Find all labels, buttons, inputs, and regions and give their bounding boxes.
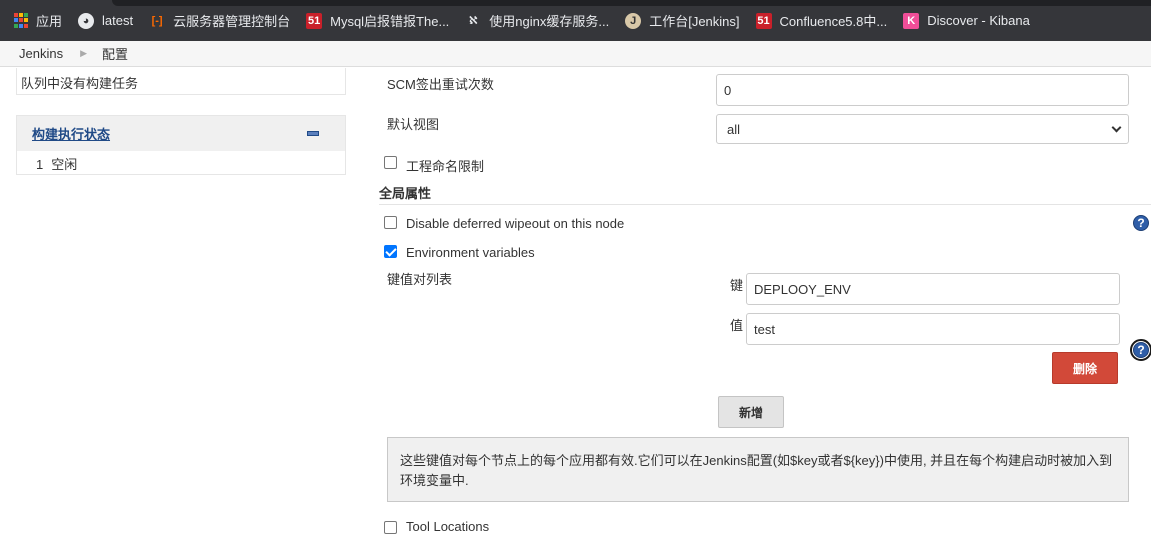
bookmark-latest[interactable]: ◕ latest — [78, 12, 134, 29]
bookmark-confluence[interactable]: 51 Confluence5.8中... — [755, 11, 888, 30]
51cto-icon: 51 — [755, 12, 772, 29]
scm-retry-input[interactable] — [716, 74, 1129, 106]
bookmark-label: 使用nginx缓存服务... — [489, 14, 610, 29]
github-icon: ◕ — [78, 12, 95, 29]
bookmark-aliyun[interactable]: [-] 云服务器管理控制台 — [149, 11, 291, 30]
jenkins-icon: J — [625, 12, 642, 29]
bookmark-label: latest — [102, 13, 134, 28]
key-label: 键 — [730, 278, 744, 293]
nginx-icon: ℵ — [468, 15, 478, 27]
add-button[interactable]: 新增 — [718, 396, 784, 428]
bookmark-label: 云服务器管理控制台 — [173, 14, 291, 29]
bookmark-label: Discover - Kibana — [927, 13, 1030, 28]
value-label: 值 — [730, 318, 744, 333]
default-view-select[interactable]: all — [716, 114, 1129, 144]
naming-restriction-label: 工程命名限制 — [406, 159, 485, 174]
env-vars-label: Environment variables — [406, 245, 535, 260]
env-value-input[interactable] — [746, 313, 1120, 345]
kv-list-label: 键值对列表 — [387, 272, 453, 287]
build-queue-empty-text: 队列中没有构建任务 — [21, 76, 139, 91]
build-queue-panel: 队列中没有构建任务 — [16, 68, 346, 95]
help-text: 这些键值对每个节点上的每个应用都有效.它们可以在Jenkins配置(如$key或… — [400, 453, 1113, 488]
env-vars-checkbox[interactable] — [384, 245, 397, 258]
breadcrumb-jenkins[interactable]: Jenkins — [19, 46, 63, 61]
executor-row: 1 空闲 — [17, 151, 345, 173]
help-icon[interactable]: ? — [1133, 215, 1149, 231]
scm-retry-label: SCM签出重试次数 — [387, 77, 494, 92]
executor-status-header: 构建执行状态 — [17, 116, 345, 151]
help-icon[interactable]: ? — [1130, 339, 1151, 361]
bookmark-label: Mysql启报错报The... — [330, 14, 450, 29]
bookmark-jenkins[interactable]: J 工作台[Jenkins] — [625, 11, 740, 30]
bookmark-label: Confluence5.8中... — [779, 14, 888, 29]
executor-status-panel: 构建执行状态 1 空闲 — [16, 115, 346, 175]
disable-wipeout-label: Disable deferred wipeout on this node — [406, 216, 625, 231]
collapse-icon[interactable] — [307, 131, 319, 136]
breadcrumb-configure[interactable]: 配置 — [102, 44, 128, 63]
executor-number: 1 — [36, 157, 44, 172]
delete-button[interactable]: 删除 — [1052, 352, 1118, 384]
executor-status: 空闲 — [51, 157, 78, 172]
global-properties-title: 全局属性 — [379, 186, 432, 201]
bookmark-nginx[interactable]: ℵ 使用nginx缓存服务... — [465, 11, 609, 30]
apps-grid-icon — [14, 12, 28, 29]
breadcrumb-arrow-icon: ▶ — [80, 48, 87, 58]
bookmark-apps[interactable]: 应用 — [14, 11, 62, 30]
tab-strip-edge — [112, 0, 1151, 6]
section-divider — [379, 204, 1151, 205]
tool-locations-checkbox[interactable] — [384, 521, 397, 534]
bookmark-label: 工作台[Jenkins] — [649, 14, 740, 29]
env-vars-help-text: 这些键值对每个节点上的每个应用都有效.它们可以在Jenkins配置(如$key或… — [387, 437, 1129, 502]
disable-wipeout-checkbox[interactable] — [384, 216, 397, 229]
chevron-down-icon — [1111, 122, 1122, 132]
kibana-icon: K — [903, 12, 920, 29]
51cto-icon: 51 — [306, 12, 323, 29]
bookmark-label: 应用 — [36, 14, 63, 29]
breadcrumb: Jenkins ▶ 配置 — [0, 41, 1151, 67]
default-view-selected: all — [727, 121, 741, 137]
bookmark-kibana[interactable]: K Discover - Kibana — [903, 12, 1030, 29]
env-key-input[interactable] — [746, 273, 1120, 305]
bookmark-mysql[interactable]: 51 Mysql启报错报The... — [306, 11, 449, 30]
executor-status-link[interactable]: 构建执行状态 — [32, 124, 110, 143]
default-view-label: 默认视图 — [387, 117, 440, 132]
bookmarks-bar: 应用 ◕ latest [-] 云服务器管理控制台 51 Mysql启报错报Th… — [0, 0, 1151, 41]
naming-restriction-checkbox[interactable] — [384, 156, 397, 169]
aliyun-icon: [-] — [151, 14, 163, 27]
